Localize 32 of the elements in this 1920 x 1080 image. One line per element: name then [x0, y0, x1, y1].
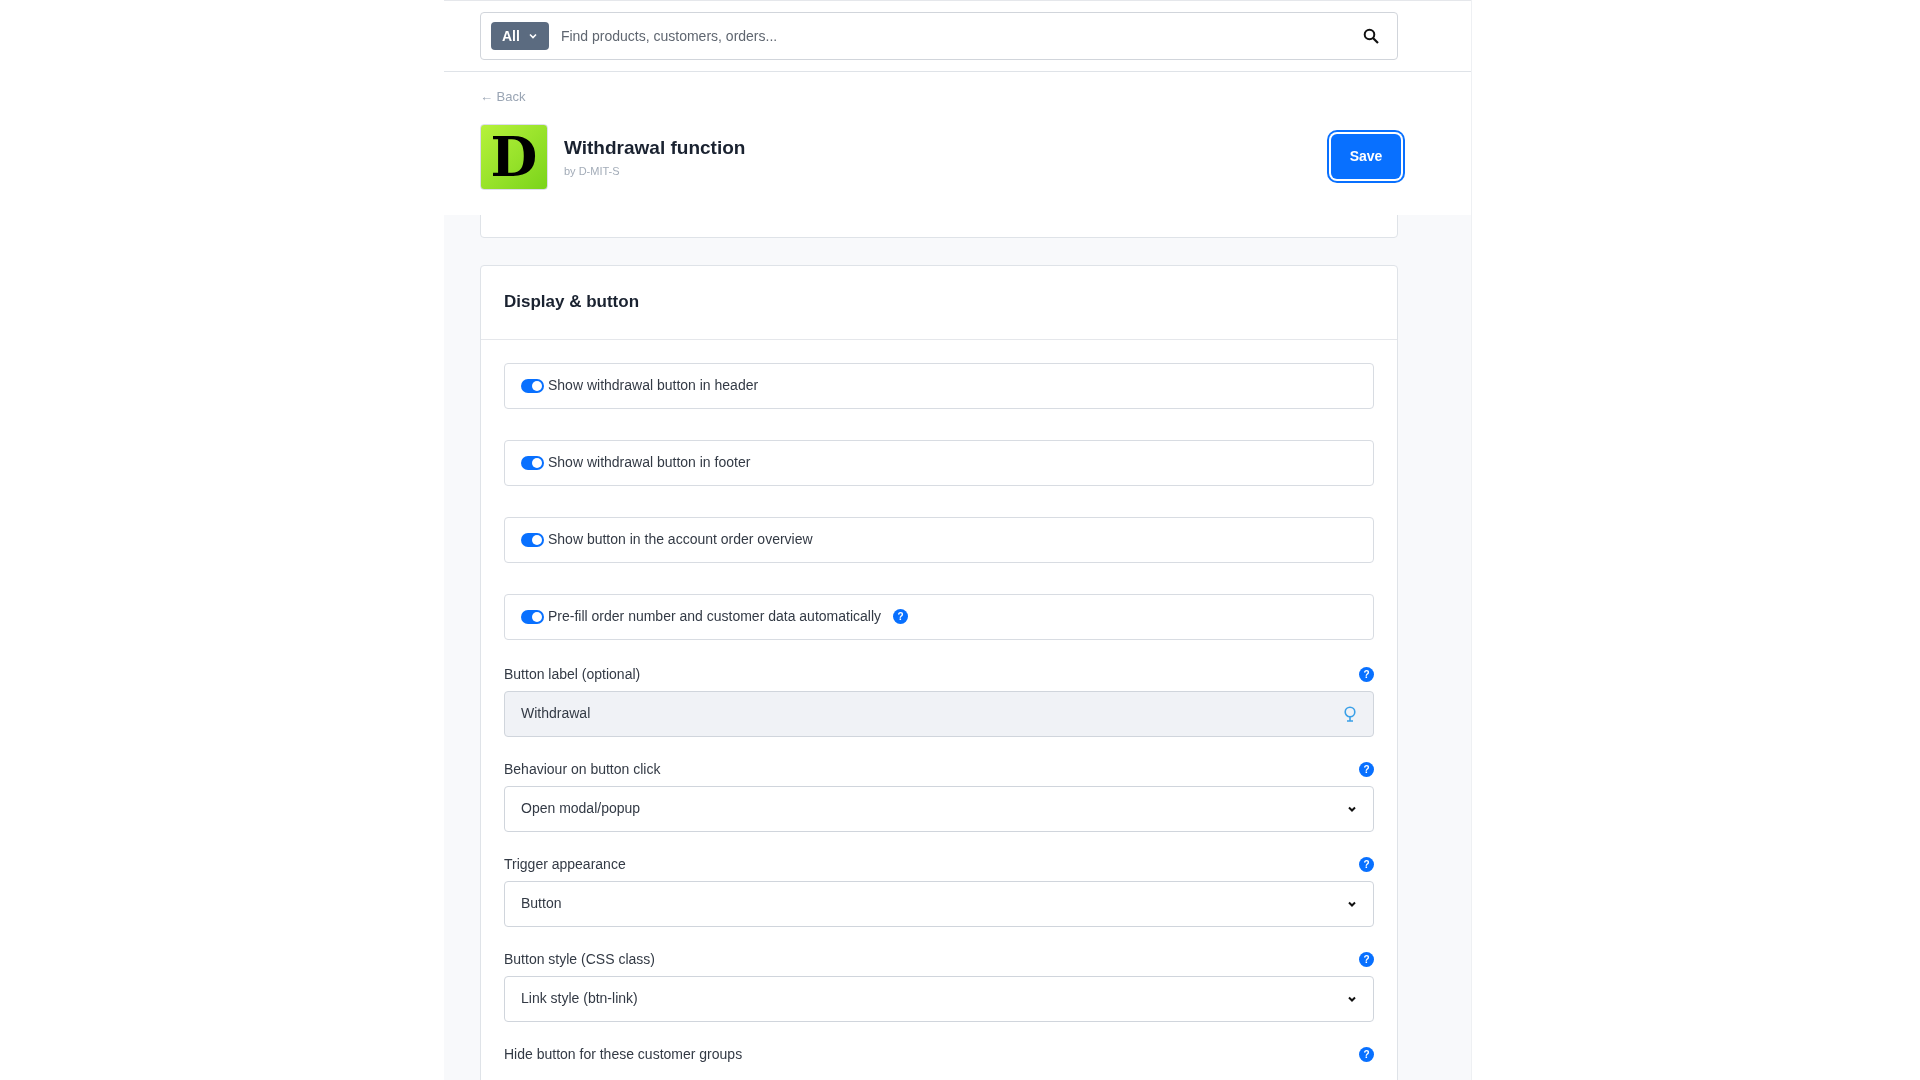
select-dropdown[interactable]: Open modal/popup [504, 785, 1374, 832]
app-logo: D [480, 123, 548, 190]
section-title: Display & button [504, 291, 640, 314]
vendor-text: by D-MIT-S [564, 164, 621, 179]
help-icon[interactable]: ? [1359, 856, 1374, 872]
text-field[interactable]: Withdrawal [504, 690, 1374, 737]
field-label: Hide button for these customer groups [504, 1044, 743, 1064]
toggle-switch[interactable] [521, 455, 544, 470]
help-icon[interactable]: ? [1359, 666, 1374, 682]
toggle-switch[interactable] [521, 609, 544, 624]
app-title: Withdrawal function [564, 135, 747, 160]
chevron-down-icon [527, 31, 538, 41]
help-icon[interactable]: ? [1359, 951, 1374, 967]
toggle-label: Show withdrawal button in footer [548, 453, 751, 472]
search-field[interactable]: All Find products, customers, orders... [480, 12, 1398, 60]
back-link[interactable]: ← Back [480, 87, 1398, 107]
select-dropdown[interactable]: Button [504, 880, 1374, 927]
toggle-label: Pre-fill order number and customer data automatically [548, 607, 882, 626]
toggle-switch[interactable] [521, 532, 544, 547]
toggle-label: Show button in the account order overview [548, 530, 813, 549]
select-dropdown[interactable]: Link style (btn-link) [504, 975, 1374, 1022]
field-label: Behaviour on button click [504, 759, 661, 779]
help-icon[interactable]: ? [1359, 761, 1374, 777]
scope-dropdown[interactable]: All [491, 22, 549, 50]
search-icon[interactable] [1363, 28, 1379, 44]
field-label: Button style (CSS class) [504, 949, 655, 969]
field-label: Trigger appearance [504, 854, 626, 874]
field-label: Button label (optional) [504, 664, 641, 684]
toggle-switch[interactable] [521, 378, 544, 393]
help-icon[interactable]: ? [893, 609, 909, 624]
toggle-label: Show withdrawal button in header [548, 376, 759, 395]
help-icon[interactable]: ? [1359, 1046, 1374, 1062]
